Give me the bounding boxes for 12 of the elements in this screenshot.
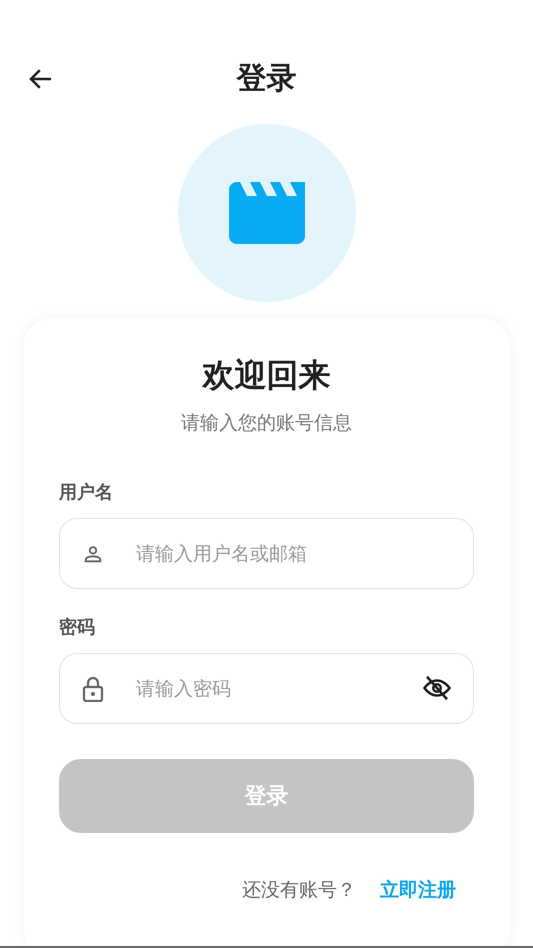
eye-slash-icon[interactable] — [422, 673, 452, 703]
field-label: 密码 — [59, 616, 96, 639]
signup-prompt: 还没有账号？ — [242, 878, 356, 903]
welcome-subtitle: 请输入您的账号信息 — [180, 411, 353, 436]
lock-icon — [82, 676, 104, 702]
welcome-title: 欢迎回来 — [200, 355, 332, 396]
field-label: 用户名 — [59, 481, 114, 504]
clapperboard-icon — [228, 182, 304, 244]
password-field[interactable]: 请输入密码 — [59, 653, 474, 724]
username-field[interactable]: 请输入用户名或邮箱 — [59, 518, 474, 589]
page-title: 登录 — [236, 60, 296, 98]
signup-link[interactable]: 立即注册 — [380, 877, 456, 903]
